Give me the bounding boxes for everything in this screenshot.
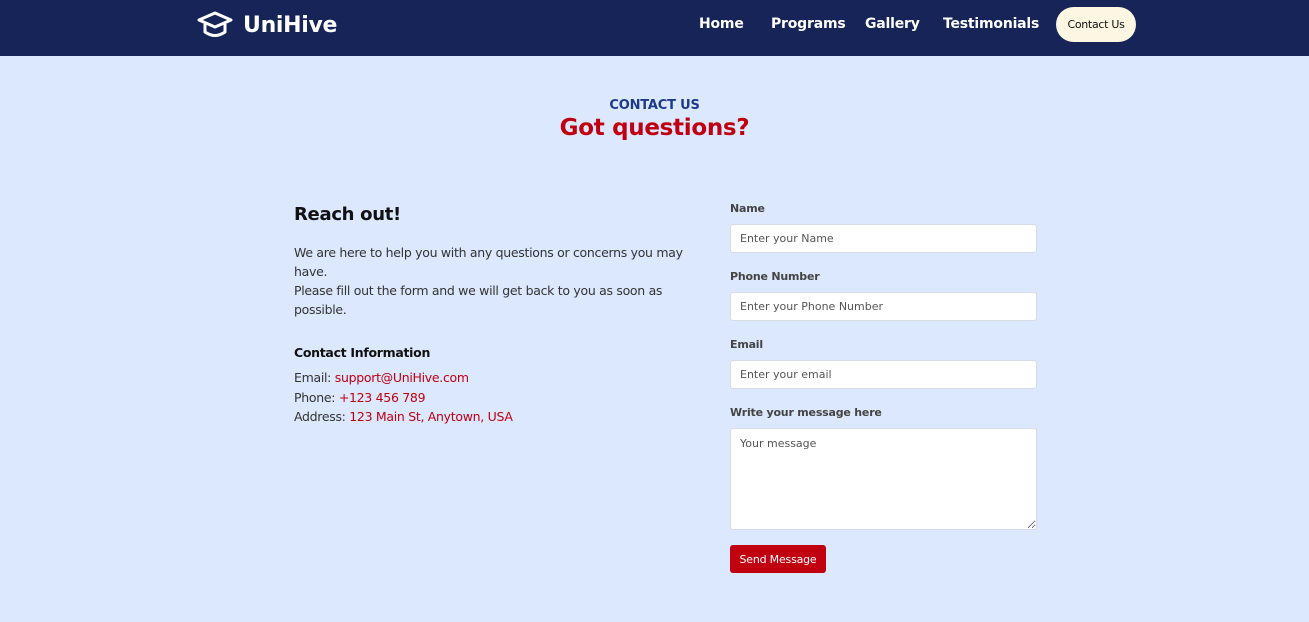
section-eyebrow: CONTACT US [609,98,700,113]
message-textarea[interactable] [730,428,1037,530]
email-group: Email [730,338,1037,389]
intro-text: We are here to help you with any questio… [294,243,714,319]
contact-form: Name Phone Number Email Write your messa… [730,202,1037,547]
contact-info-heading: Contact Information [294,345,431,360]
send-message-button[interactable]: Send Message [730,545,826,573]
phone-number-label: Phone Number [730,270,820,283]
name-input[interactable] [730,224,1037,253]
name-group: Name [730,202,1037,253]
nav-programs[interactable]: Programs [771,16,846,32]
address-label: Address: [294,409,346,424]
contact-address-row: Address: 123 Main St, Anytown, USA [294,407,714,427]
nav-gallery[interactable]: Gallery [865,16,920,32]
phone-label: Phone: [294,389,336,405]
email-field-label: Email [730,338,763,351]
phone-value: +123 456 789 [338,389,426,405]
address-value: 123 Main St, Anytown, USA [349,409,513,424]
intro-line-1: We are here to help you with any questio… [294,245,683,279]
contact-info-list: Email: support@UniHive.com Phone: +123 4… [294,368,714,427]
reach-out-heading: Reach out! [294,204,401,225]
nav-home[interactable]: Home [699,16,744,32]
contact-phone-row: Phone: +123 456 789 [294,388,714,408]
nav-testimonials[interactable]: Testimonials [943,16,1039,32]
contact-us-button[interactable]: Contact Us [1056,7,1136,42]
name-label: Name [730,202,765,215]
phone-input[interactable] [730,292,1037,321]
message-label: Write your message here [730,406,882,419]
intro-line-2: Please fill out the form and we will get… [294,283,663,317]
page-title: Got questions? [559,115,750,141]
email-link[interactable]: support@UniHive.com [335,370,469,385]
phone-group: Phone Number [730,270,1037,321]
contact-email-row: Email: support@UniHive.com [294,368,714,388]
message-group: Write your message here [730,406,1037,530]
top-navbar: UniHive Home Programs Gallery Testimonia… [0,0,1309,56]
contact-info-panel: Reach out! We are here to help you with … [294,204,714,427]
email-input[interactable] [730,360,1037,389]
email-label: Email: [294,370,332,385]
